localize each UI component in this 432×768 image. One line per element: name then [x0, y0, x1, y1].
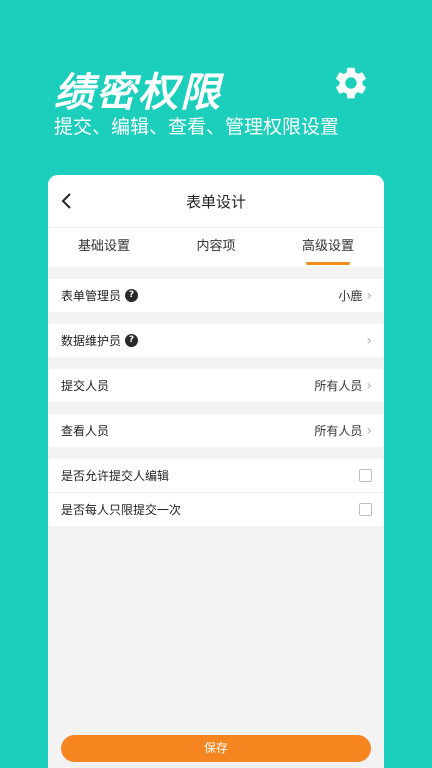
nav-bar: 表单设计 — [48, 175, 384, 227]
tab-bar: 基础设置 内容项 高级设置 — [48, 227, 384, 267]
hero-title: 绩密权限 — [54, 70, 222, 116]
chevron-right-icon: › — [366, 287, 372, 304]
hero-subtitle: 提交、编辑、查看、管理权限设置 — [54, 116, 340, 138]
tab-basic-settings[interactable]: 基础设置 — [48, 228, 160, 267]
once-only-row[interactable]: 是否每人只限提交一次 — [48, 493, 384, 526]
allow-edit-row[interactable]: 是否允许提交人编辑 — [48, 459, 384, 492]
app-screen: 绩密权限 提交、编辑、查看、管理权限设置 表单设计 基础设置 内容项 高级设置 … — [0, 0, 432, 768]
help-icon[interactable]: ? — [125, 334, 139, 347]
form-admin-row[interactable]: 表单管理员 ? 小鹿 › — [48, 279, 384, 312]
allow-edit-label: 是否允许提交人编辑 — [61, 469, 170, 483]
page-title: 表单设计 — [185, 192, 246, 211]
data-maintainer-label: 数据维护员 — [61, 334, 122, 348]
save-button[interactable]: 保存 — [61, 735, 371, 762]
viewers-label: 查看人员 — [61, 424, 110, 438]
submitters-row[interactable]: 提交人员 所有人员 › — [48, 369, 384, 402]
once-only-checkbox[interactable] — [359, 503, 372, 516]
form-design-card: 表单设计 基础设置 内容项 高级设置 表单管理员 ? 小鹿 › 数据维护员 ? — [48, 175, 384, 768]
chevron-right-icon: › — [366, 332, 372, 349]
chevron-right-icon: › — [366, 422, 372, 439]
chevron-right-icon: › — [366, 377, 372, 394]
form-admin-value: 小鹿 — [338, 289, 363, 303]
form-admin-label: 表单管理员 — [61, 289, 122, 303]
once-only-label: 是否每人只限提交一次 — [61, 503, 182, 517]
tab-advanced-settings[interactable]: 高级设置 — [272, 228, 384, 267]
chevron-left-icon[interactable] — [58, 192, 76, 210]
gear-icon[interactable] — [332, 64, 370, 102]
allow-edit-checkbox[interactable] — [359, 469, 372, 482]
viewers-row[interactable]: 查看人员 所有人员 › — [48, 414, 384, 447]
submitters-value: 所有人员 — [314, 379, 363, 393]
tab-content-items[interactable]: 内容项 — [160, 228, 272, 267]
data-maintainer-row[interactable]: 数据维护员 ? › — [48, 324, 384, 357]
help-icon[interactable]: ? — [125, 289, 139, 302]
viewers-value: 所有人员 — [314, 424, 363, 438]
submitters-label: 提交人员 — [61, 379, 110, 393]
